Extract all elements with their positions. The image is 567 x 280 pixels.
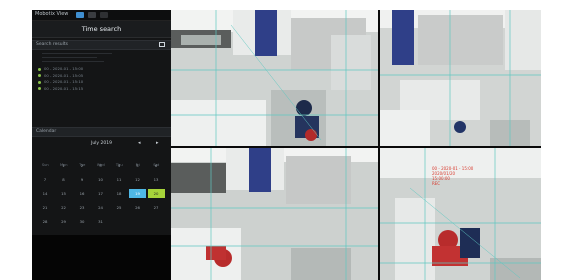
calendar-day[interactable]: 27 <box>148 203 165 212</box>
camera-tile-1[interactable] <box>171 10 378 146</box>
calendar-day[interactable]: 31 <box>92 217 109 226</box>
placeholder-line <box>42 57 97 58</box>
calendar-day[interactable]: 19 <box>129 189 146 198</box>
calendar-day[interactable]: 29 <box>55 217 72 226</box>
calendar-day[interactable]: 8 <box>55 175 72 184</box>
calendar-day[interactable]: 5 <box>129 161 146 170</box>
calendar-day[interactable]: 22 <box>55 203 72 212</box>
camera-feed-image <box>171 10 378 146</box>
calendar-day[interactable]: 3 <box>92 161 109 170</box>
calendar-day[interactable]: 2 <box>74 161 91 170</box>
live-view-icon[interactable] <box>76 12 84 18</box>
calendar-day[interactable]: 16 <box>74 189 91 198</box>
camera-feed-image <box>380 10 541 146</box>
timestamp-label: 00 - 2020-01 - 15:05 <box>44 72 84 78</box>
calendar-day[interactable]: 18 <box>111 189 128 198</box>
next-month-icon[interactable]: ▸ <box>156 140 159 146</box>
calendar-day[interactable]: 4 <box>111 161 128 170</box>
calendar-day[interactable]: 28 <box>37 217 54 226</box>
settings-icon[interactable] <box>100 12 108 18</box>
calendar-day[interactable]: 30 <box>74 217 91 226</box>
calendar-section-label: Calendar <box>36 129 57 134</box>
time-search-panel: Mobotix View Time search Search results … <box>32 10 171 280</box>
placeholder-line <box>42 53 112 54</box>
application-window: Mobotix View Time search Search results … <box>32 10 541 280</box>
camera-tile-3[interactable] <box>171 148 378 280</box>
results-section-bar[interactable]: Search results <box>32 40 171 50</box>
camera-feed-image <box>171 148 378 280</box>
app-title: Mobotix View <box>35 11 69 17</box>
list-item[interactable]: 00 - 2020-01 - 15:00 <box>32 66 171 72</box>
status-dot-icon <box>38 74 41 77</box>
calendar-day[interactable]: 15 <box>55 189 72 198</box>
camera-tile-4[interactable]: 00 - 2020-01 - 15:00 2020/01/20 15:00:00… <box>380 148 541 280</box>
osd-line: REC <box>432 181 441 186</box>
calendar-day[interactable]: 6 <box>148 161 165 170</box>
timestamp-label: 00 - 2020-01 - 15:15 <box>44 85 84 91</box>
calendar-day[interactable]: 23 <box>74 203 91 212</box>
calendar-day[interactable]: 11 <box>111 175 128 184</box>
top-bar: Mobotix View <box>32 10 171 21</box>
calendar-day[interactable]: 13 <box>148 175 165 184</box>
results-section-label: Search results <box>36 42 68 47</box>
calendar-section-bar: Calendar <box>32 127 171 137</box>
status-dot-icon <box>38 87 41 90</box>
tile-divider <box>378 10 380 280</box>
status-dot-icon <box>38 67 41 71</box>
camera-tile-2[interactable] <box>380 10 541 146</box>
calendar-header: July 2019 ◂ ▸ <box>32 139 171 149</box>
panel-header: Time search <box>32 21 171 38</box>
calendar-day[interactable]: 24 <box>92 203 109 212</box>
status-dot-icon <box>38 80 41 84</box>
list-item[interactable]: 00 - 2020-01 - 15:10 <box>32 79 171 85</box>
calendar-month: July 2019 <box>91 141 112 146</box>
page-title: Time search <box>81 25 122 33</box>
calendar-day[interactable]: 1 <box>55 161 72 170</box>
calendar-day[interactable]: 17 <box>92 189 109 198</box>
calendar-day[interactable]: 14 <box>37 189 54 198</box>
prev-month-icon[interactable]: ◂ <box>138 140 141 146</box>
calendar-day[interactable]: 12 <box>129 175 146 184</box>
empty-panel-area <box>32 235 171 280</box>
calendar-day[interactable]: 10 <box>92 175 109 184</box>
timestamp-label: 00 - 2020-01 - 15:10 <box>44 79 84 84</box>
calendar-day[interactable]: 20 <box>147 189 165 198</box>
list-item[interactable]: 00 - 2020-01 - 15:15 <box>32 86 171 92</box>
timestamp-list: 00 - 2020-01 - 15:00 00 - 2020-01 - 15:0… <box>32 66 171 92</box>
calendar-day[interactable]: 21 <box>37 203 54 212</box>
export-icon[interactable] <box>159 42 165 47</box>
calendar-day[interactable]: 25 <box>111 203 128 212</box>
calendar-day[interactable]: 26 <box>129 203 146 212</box>
calendar-day[interactable]: 9 <box>74 175 91 184</box>
playback-icon[interactable] <box>88 12 96 18</box>
camera-osd: 00 - 2020-01 - 15:00 2020/01/20 15:00:00… <box>432 166 473 186</box>
placeholder-line <box>42 61 104 62</box>
list-item[interactable]: 00 - 2020-01 - 15:05 <box>32 73 171 79</box>
calendar-day[interactable]: 7 <box>37 175 54 184</box>
weekday-label: Sun <box>41 163 49 167</box>
tile-divider <box>171 146 541 148</box>
timestamp-label: 00 - 2020-01 - 15:00 <box>44 66 84 71</box>
